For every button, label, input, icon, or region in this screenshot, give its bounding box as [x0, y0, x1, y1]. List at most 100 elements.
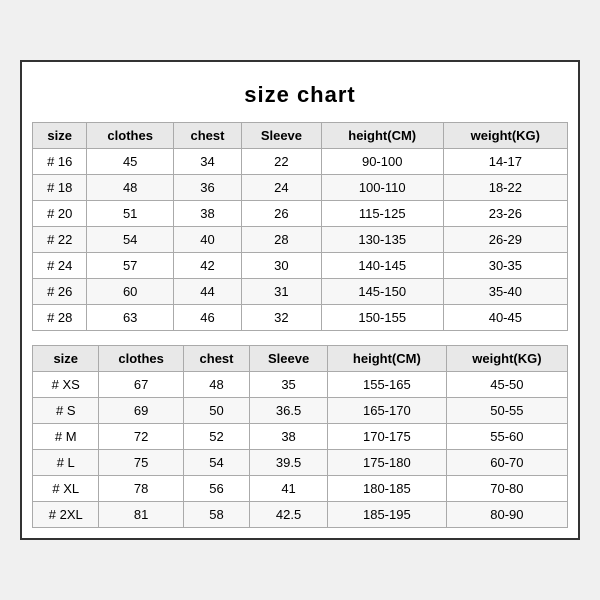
- table2-col-header: Sleeve: [250, 346, 328, 372]
- table-cell: 26: [242, 201, 322, 227]
- chart-title: size chart: [32, 72, 568, 122]
- table-cell: 63: [87, 305, 173, 331]
- table-cell: 31: [242, 279, 322, 305]
- table-cell: 51: [87, 201, 173, 227]
- table-cell: # M: [33, 424, 99, 450]
- table-cell: 70-80: [446, 476, 567, 502]
- table-cell: 22: [242, 149, 322, 175]
- table-row: # S695036.5165-17050-55: [33, 398, 568, 424]
- table-cell: 28: [242, 227, 322, 253]
- table-cell: 38: [173, 201, 241, 227]
- table-cell: 75: [99, 450, 183, 476]
- table-cell: # XS: [33, 372, 99, 398]
- table-cell: # 20: [33, 201, 87, 227]
- table-cell: 150-155: [321, 305, 443, 331]
- table-cell: 55-60: [446, 424, 567, 450]
- table1-col-header: weight(KG): [443, 123, 567, 149]
- table-cell: # 2XL: [33, 502, 99, 528]
- table-cell: 175-180: [327, 450, 446, 476]
- table-cell: 35: [250, 372, 328, 398]
- table-cell: 36.5: [250, 398, 328, 424]
- table-row: # 20513826115-12523-26: [33, 201, 568, 227]
- table-cell: 60: [87, 279, 173, 305]
- table-row: # M725238170-17555-60: [33, 424, 568, 450]
- table-cell: 90-100: [321, 149, 443, 175]
- table-cell: 52: [183, 424, 249, 450]
- table-cell: 34: [173, 149, 241, 175]
- table1-col-header: size: [33, 123, 87, 149]
- table-cell: 54: [87, 227, 173, 253]
- table-cell: 48: [183, 372, 249, 398]
- table-cell: 165-170: [327, 398, 446, 424]
- table-row: # XS674835155-16545-50: [33, 372, 568, 398]
- size-chart-container: size chart sizeclotheschestSleeveheight(…: [20, 60, 580, 540]
- table-cell: 42: [173, 253, 241, 279]
- table-cell: 30: [242, 253, 322, 279]
- table-cell: # 24: [33, 253, 87, 279]
- table2-col-header: clothes: [99, 346, 183, 372]
- table-cell: 41: [250, 476, 328, 502]
- table1-col-header: chest: [173, 123, 241, 149]
- table-cell: # 26: [33, 279, 87, 305]
- size-table-2: sizeclotheschestSleeveheight(CM)weight(K…: [32, 345, 568, 528]
- table1-col-header: Sleeve: [242, 123, 322, 149]
- table-cell: 69: [99, 398, 183, 424]
- table-cell: 24: [242, 175, 322, 201]
- table-cell: 145-150: [321, 279, 443, 305]
- table-cell: # 28: [33, 305, 87, 331]
- table-cell: 48: [87, 175, 173, 201]
- table-row: # 28634632150-15540-45: [33, 305, 568, 331]
- table-cell: 56: [183, 476, 249, 502]
- table-cell: 81: [99, 502, 183, 528]
- table-cell: 46: [173, 305, 241, 331]
- table-row: # 22544028130-13526-29: [33, 227, 568, 253]
- table-cell: 35-40: [443, 279, 567, 305]
- table-row: # 24574230140-14530-35: [33, 253, 568, 279]
- table-row: # XL785641180-18570-80: [33, 476, 568, 502]
- table-cell: 115-125: [321, 201, 443, 227]
- table-cell: 42.5: [250, 502, 328, 528]
- table-row: # L755439.5175-18060-70: [33, 450, 568, 476]
- table1-col-header: clothes: [87, 123, 173, 149]
- table-cell: # 22: [33, 227, 87, 253]
- table-cell: 14-17: [443, 149, 567, 175]
- table-cell: 80-90: [446, 502, 567, 528]
- table-cell: 18-22: [443, 175, 567, 201]
- table-cell: 40: [173, 227, 241, 253]
- table-cell: # XL: [33, 476, 99, 502]
- table-cell: 26-29: [443, 227, 567, 253]
- table-cell: 44: [173, 279, 241, 305]
- table-cell: # 18: [33, 175, 87, 201]
- table-cell: 54: [183, 450, 249, 476]
- table1-col-header: height(CM): [321, 123, 443, 149]
- table-row: # 18483624100-11018-22: [33, 175, 568, 201]
- table2-col-header: size: [33, 346, 99, 372]
- table2-col-header: weight(KG): [446, 346, 567, 372]
- table-cell: 170-175: [327, 424, 446, 450]
- table-cell: 185-195: [327, 502, 446, 528]
- table2-header-row: sizeclotheschestSleeveheight(CM)weight(K…: [33, 346, 568, 372]
- table1-header-row: sizeclotheschestSleeveheight(CM)weight(K…: [33, 123, 568, 149]
- table-cell: 130-135: [321, 227, 443, 253]
- table-cell: 40-45: [443, 305, 567, 331]
- table-cell: 100-110: [321, 175, 443, 201]
- table-cell: # 16: [33, 149, 87, 175]
- table-cell: 50: [183, 398, 249, 424]
- size-table-1: sizeclotheschestSleeveheight(CM)weight(K…: [32, 122, 568, 331]
- table-row: # 2XL815842.5185-19580-90: [33, 502, 568, 528]
- table-row: # 26604431145-15035-40: [33, 279, 568, 305]
- table-cell: # L: [33, 450, 99, 476]
- table-cell: 45: [87, 149, 173, 175]
- table-cell: # S: [33, 398, 99, 424]
- table-cell: 32: [242, 305, 322, 331]
- table1-body: # 1645342290-10014-17# 18483624100-11018…: [33, 149, 568, 331]
- table-cell: 38: [250, 424, 328, 450]
- table-cell: 78: [99, 476, 183, 502]
- table-cell: 45-50: [446, 372, 567, 398]
- table-cell: 58: [183, 502, 249, 528]
- table-cell: 57: [87, 253, 173, 279]
- table2-col-header: chest: [183, 346, 249, 372]
- table-cell: 30-35: [443, 253, 567, 279]
- table-cell: 36: [173, 175, 241, 201]
- table-cell: 50-55: [446, 398, 567, 424]
